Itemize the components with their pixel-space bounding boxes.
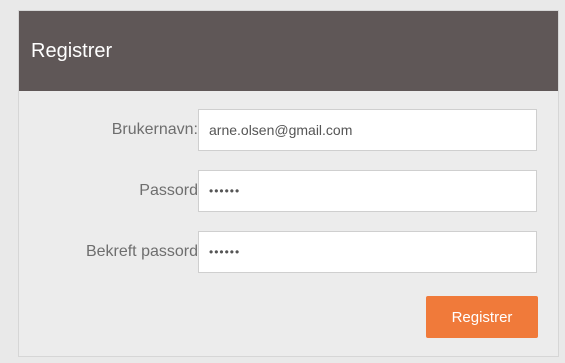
password-row: Passord <box>19 169 558 213</box>
confirm-password-label: Bekreft passord <box>85 243 198 260</box>
username-label: Brukernavn: <box>111 121 198 138</box>
username-input[interactable] <box>198 109 537 151</box>
register-panel: Registrer Brukernavn: Passord Bekreft pa… <box>18 10 559 357</box>
password-input[interactable] <box>198 170 537 212</box>
panel-title: Registrer <box>31 39 113 62</box>
password-label: Passord <box>139 182 198 199</box>
panel-header: Registrer <box>19 11 558 91</box>
confirm-password-input[interactable] <box>198 231 537 273</box>
username-row: Brukernavn: <box>19 108 558 152</box>
confirm-password-row: Bekreft passord <box>19 230 558 274</box>
register-button[interactable]: Registrer <box>426 296 538 338</box>
